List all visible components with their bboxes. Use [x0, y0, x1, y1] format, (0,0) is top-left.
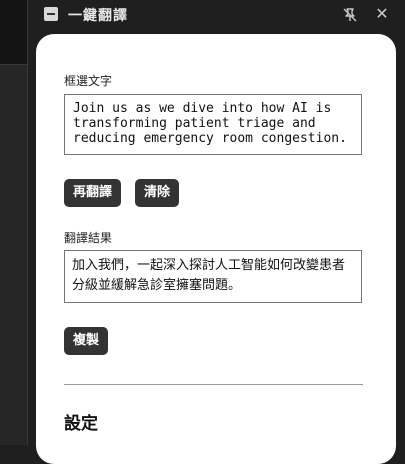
- app-icon: [44, 7, 58, 21]
- translator-panel: 框選文字 Join us as we dive into how AI is t…: [36, 34, 396, 464]
- result-label: 翻譯結果: [64, 231, 113, 245]
- result-text-field[interactable]: 加入我們，一起深入探討人工智能如何改變患者分級並緩解急診室擁塞問題。: [64, 250, 362, 303]
- background-window-header: [0, 0, 27, 65]
- retranslate-button[interactable]: 再翻譯: [64, 179, 122, 207]
- window-title: 一鍵翻譯: [68, 8, 128, 24]
- title-bar: 一鍵翻譯 ✕: [36, 0, 405, 32]
- divider: [64, 384, 363, 385]
- settings-title: 設定: [64, 414, 98, 434]
- close-icon[interactable]: ✕: [373, 5, 391, 23]
- copy-button[interactable]: 複製: [64, 327, 109, 355]
- source-label: 框選文字: [64, 74, 113, 88]
- pin-off-icon[interactable]: [341, 6, 359, 24]
- source-text-field[interactable]: Join us as we dive into how AI is transf…: [64, 94, 362, 155]
- background-window: [0, 0, 28, 445]
- clear-button[interactable]: 清除: [135, 179, 180, 207]
